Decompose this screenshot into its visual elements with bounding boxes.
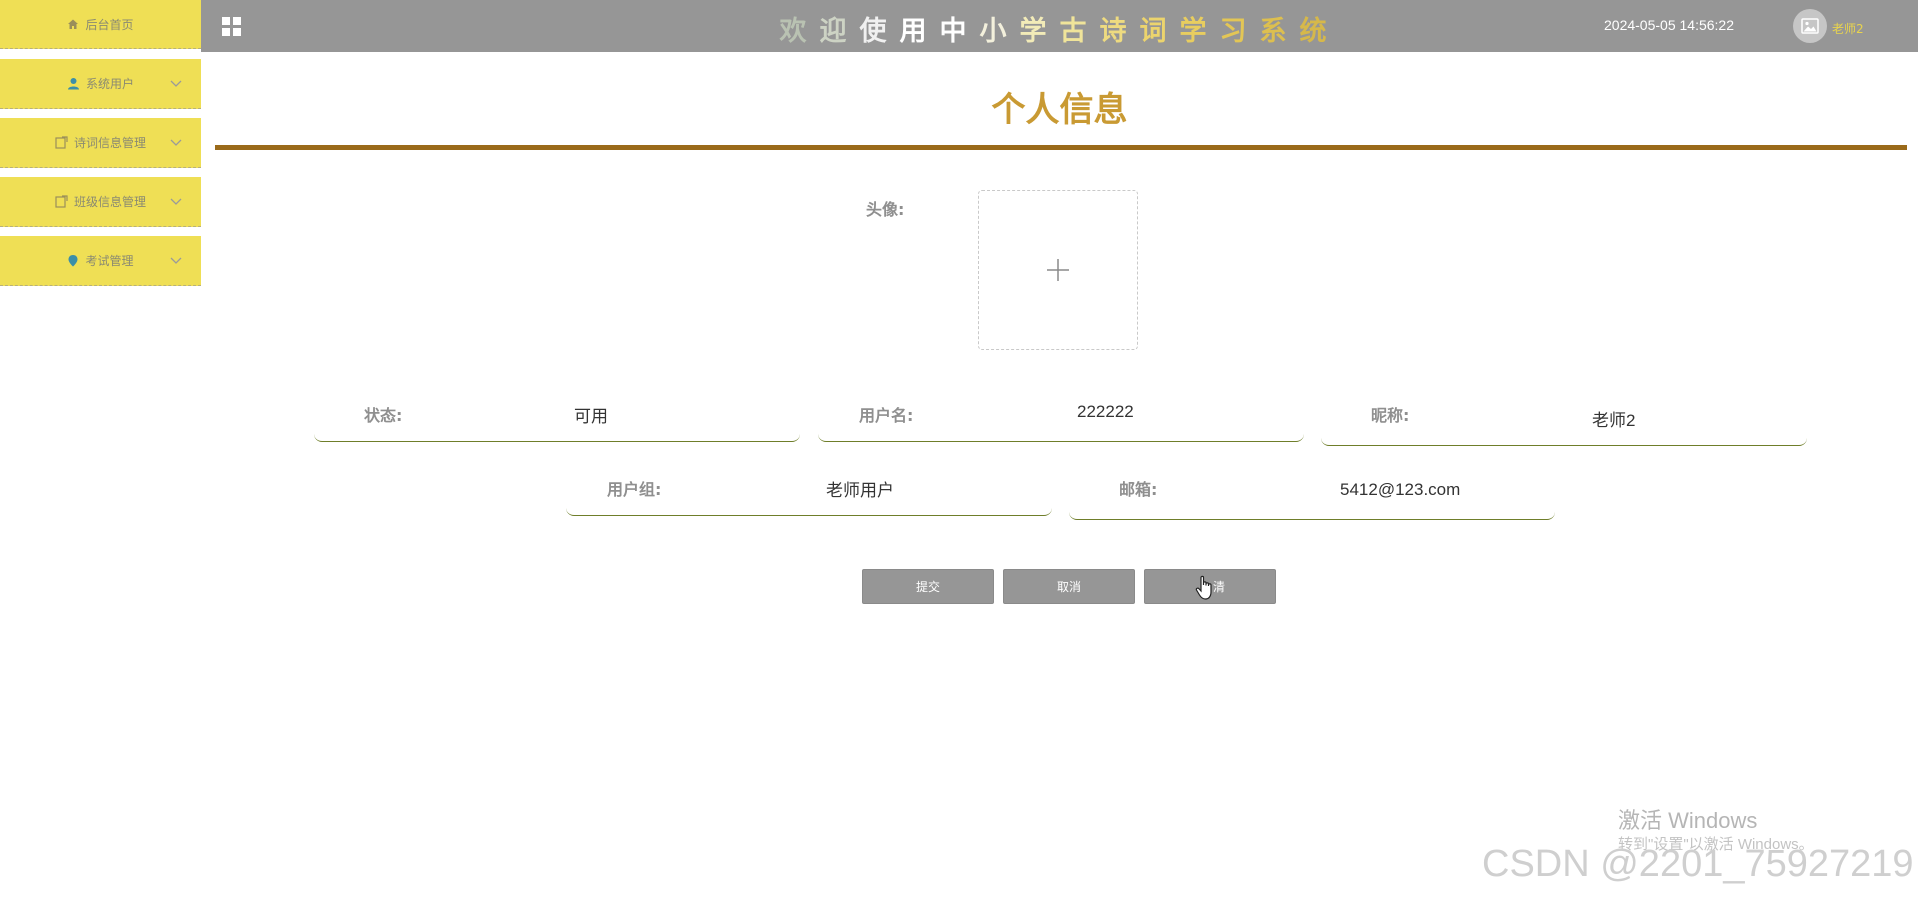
page-title: 个人信息 <box>991 90 1128 130</box>
title-char: 小 <box>979 16 1020 47</box>
sidebar-item-label: 系统用户 <box>85 77 134 91</box>
title-char: 系 <box>1259 16 1300 47</box>
status-value[interactable]: 可用 <box>574 402 608 427</box>
user-icon <box>67 77 80 90</box>
sidebar-item-label: 诗词信息管理 <box>73 136 146 150</box>
plus-icon <box>1047 259 1069 281</box>
usergroup-value[interactable]: 老师用户 <box>826 476 894 501</box>
email-field[interactable]: 邮箱: 5412@123.com <box>1069 464 1555 520</box>
sidebar-item-system-users[interactable]: 系统用户 <box>0 59 201 109</box>
header-username[interactable]: 老师2 <box>1832 20 1864 37</box>
title-char: 用 <box>899 16 940 47</box>
status-label: 状态: <box>364 406 403 425</box>
usergroup-field[interactable]: 用户组: 老师用户 <box>566 460 1052 516</box>
usergroup-label: 用户组: <box>607 480 662 499</box>
cancel-button[interactable]: 取消 <box>1003 569 1135 604</box>
username-label: 用户名: <box>859 406 914 425</box>
top-header: 欢迎使用中小学古诗词学习系统 2024-05-05 14:56:22 老师2 <box>201 0 1918 52</box>
nickname-label: 昵称: <box>1371 406 1410 425</box>
sidebar-item-label: 后台首页 <box>85 17 134 32</box>
home-icon <box>67 18 79 30</box>
windows-activation-title: 激活 Windows <box>1618 808 1758 833</box>
sidebar-item-exam-management[interactable]: 考试管理 <box>0 236 201 286</box>
title-char: 中 <box>939 16 980 47</box>
title-char: 习 <box>1219 16 1260 47</box>
sidebar-item-label: 班级信息管理 <box>73 195 146 209</box>
title-char: 学 <box>1019 16 1060 47</box>
title-char: 欢 <box>779 16 820 47</box>
title-char: 学 <box>1179 16 1220 47</box>
username-field[interactable]: 用户名: 222222 <box>818 386 1304 442</box>
chevron-down-icon[interactable] <box>169 194 183 208</box>
csdn-watermark: CSDN @2201_75927219 <box>1482 843 1914 885</box>
sidebar-item-class-management[interactable]: 班级信息管理 <box>0 177 201 227</box>
title-char: 词 <box>1139 16 1180 47</box>
avatar-label: 头像: <box>866 200 905 219</box>
header-datetime: 2024-05-05 14:56:22 <box>1604 17 1734 33</box>
sidebar-item-home[interactable]: 后台首页 <box>0 0 201 49</box>
image-icon <box>1801 18 1819 34</box>
avatar[interactable] <box>1793 9 1827 43</box>
title-char: 使 <box>859 16 900 47</box>
chevron-down-icon[interactable] <box>169 76 183 90</box>
title-divider <box>215 145 1907 150</box>
location-icon <box>67 254 79 267</box>
hand-cursor-icon <box>1195 575 1212 600</box>
submit-button[interactable]: 提交 <box>862 569 994 604</box>
sidebar-item-label: 考试管理 <box>85 254 134 268</box>
edit-icon <box>55 136 68 149</box>
chevron-down-icon[interactable] <box>169 253 183 267</box>
title-char: 诗 <box>1099 16 1140 47</box>
status-field[interactable]: 状态: 可用 <box>314 386 800 442</box>
nickname-field[interactable]: 昵称: 老师2 <box>1321 390 1807 446</box>
title-char: 统 <box>1299 16 1340 47</box>
title-char: 迎 <box>819 16 860 47</box>
sidebar-item-poetry-management[interactable]: 诗词信息管理 <box>0 118 201 168</box>
avatar-upload[interactable] <box>978 190 1138 350</box>
title-char: 古 <box>1059 16 1100 47</box>
edit-icon <box>55 195 68 208</box>
email-value[interactable]: 5412@123.com <box>1340 480 1460 500</box>
email-label: 邮箱: <box>1119 480 1158 499</box>
username-value[interactable]: 222222 <box>1077 402 1134 422</box>
chevron-down-icon[interactable] <box>169 135 183 149</box>
nickname-value[interactable]: 老师2 <box>1592 406 1635 431</box>
